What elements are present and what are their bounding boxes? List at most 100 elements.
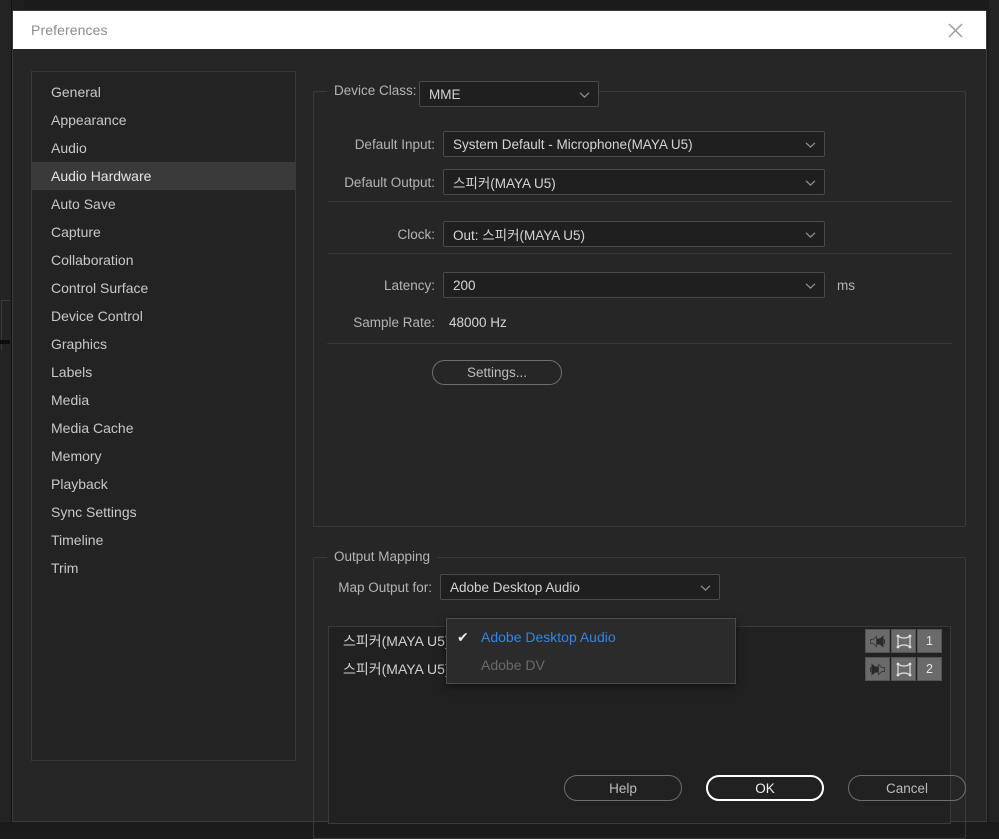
chevron-down-icon: [579, 87, 590, 102]
sidebar-item-label: Capture: [51, 224, 101, 240]
speaker-right-icon[interactable]: [865, 657, 890, 681]
sidebar-item-label: Timeline: [51, 532, 103, 548]
dropdown-option-adobe-dv[interactable]: Adobe DV: [447, 651, 735, 679]
close-icon[interactable]: [932, 11, 978, 49]
map-output-for-row: Map Output for: Adobe Desktop Audio: [328, 574, 748, 600]
sidebar-item-label: Collaboration: [51, 252, 134, 268]
sidebar-item-collaboration[interactable]: Collaboration: [32, 246, 295, 274]
sample-rate-label: Sample Rate:: [313, 315, 435, 330]
sidebar-item-label: Device Control: [51, 308, 143, 324]
sidebar-item-label: Appearance: [51, 112, 127, 128]
latency-select[interactable]: 200: [443, 272, 825, 298]
map-output-for-dropdown-menu[interactable]: ✔ Adobe Desktop Audio Adobe DV: [446, 618, 736, 684]
sidebar-item-memory[interactable]: Memory: [32, 442, 295, 470]
sidebar-item-timeline[interactable]: Timeline: [32, 526, 295, 554]
sidebar-item-device-control[interactable]: Device Control: [32, 302, 295, 330]
sample-rate-value: 48000 Hz: [449, 315, 507, 330]
sidebar-item-label: Memory: [51, 448, 102, 464]
chevron-down-icon: [805, 227, 816, 242]
dropdown-option-label: Adobe Desktop Audio: [481, 629, 616, 645]
default-input-value: System Default - Microphone(MAYA U5): [453, 137, 693, 152]
device-class-label: Device Class:: [327, 83, 424, 98]
device-class-value: MME: [429, 87, 461, 102]
preferences-dialog: Preferences General Appearance Audio Aud…: [12, 10, 987, 822]
separator-3: [327, 343, 952, 344]
sidebar-item-label: Auto Save: [51, 196, 116, 212]
sidebar-item-label: Trim: [51, 560, 78, 576]
sidebar-item-labels[interactable]: Labels: [32, 358, 295, 386]
sidebar-item-label: Audio Hardware: [51, 168, 151, 184]
default-input-select[interactable]: System Default - Microphone(MAYA U5): [443, 131, 825, 157]
map-output-for-value: Adobe Desktop Audio: [450, 580, 580, 595]
sidebar-item-appearance[interactable]: Appearance: [32, 106, 295, 134]
preferences-category-list[interactable]: General Appearance Audio Audio Hardware …: [31, 71, 296, 761]
device-class-select[interactable]: MME: [419, 81, 599, 107]
output-channel-number[interactable]: 1: [917, 629, 942, 653]
channel-map-icon[interactable]: [891, 657, 916, 681]
dialog-title: Preferences: [31, 22, 108, 38]
sidebar-item-capture[interactable]: Capture: [32, 218, 295, 246]
sidebar-item-general[interactable]: General: [32, 78, 295, 106]
device-class-row: MME: [419, 81, 599, 107]
output-mapping-title: Output Mapping: [327, 549, 437, 564]
output-channel-number[interactable]: 2: [917, 657, 942, 681]
sidebar-item-label: General: [51, 84, 101, 100]
audio-hardware-settings-pane: Device Class: MME Default Input: System …: [313, 65, 974, 811]
chevron-down-icon: [700, 580, 711, 595]
sidebar-item-audio-hardware[interactable]: Audio Hardware: [32, 162, 295, 190]
latency-value: 200: [453, 278, 476, 293]
dialog-body: General Appearance Audio Audio Hardware …: [13, 49, 986, 821]
checkmark-icon: ✔: [457, 629, 481, 646]
latency-label: Latency:: [313, 278, 435, 293]
default-input-row: Default Input: System Default - Micropho…: [313, 131, 833, 157]
ok-button[interactable]: OK: [706, 775, 824, 801]
map-output-for-select[interactable]: Adobe Desktop Audio: [440, 574, 720, 600]
dialog-titlebar: Preferences: [13, 11, 986, 49]
output-channel-name: 스피커(MAYA U5) 2: [343, 659, 461, 679]
clock-select[interactable]: Out: 스피커(MAYA U5): [443, 221, 825, 247]
sidebar-item-media-cache[interactable]: Media Cache: [32, 414, 295, 442]
sidebar-item-label: Graphics: [51, 336, 107, 352]
latency-row: Latency: 200 ms: [313, 272, 893, 298]
sidebar-item-label: Media Cache: [51, 420, 134, 436]
sidebar-item-label: Sync Settings: [51, 504, 137, 520]
sidebar-item-label: Playback: [51, 476, 108, 492]
chevron-down-icon: [805, 137, 816, 152]
clock-value: Out: 스피커(MAYA U5): [453, 224, 585, 244]
default-output-value: 스피커(MAYA U5): [453, 172, 556, 192]
sidebar-item-label: Control Surface: [51, 280, 148, 296]
output-channel-controls: 2: [865, 657, 942, 681]
sidebar-item-control-surface[interactable]: Control Surface: [32, 274, 295, 302]
default-output-row: Default Output: 스피커(MAYA U5): [313, 169, 833, 195]
map-output-for-label: Map Output for:: [328, 580, 432, 595]
clock-row: Clock: Out: 스피커(MAYA U5): [313, 221, 833, 247]
sidebar-item-media[interactable]: Media: [32, 386, 295, 414]
sample-rate-row: Sample Rate: 48000 Hz: [313, 309, 733, 335]
sidebar-item-auto-save[interactable]: Auto Save: [32, 190, 295, 218]
sidebar-item-sync-settings[interactable]: Sync Settings: [32, 498, 295, 526]
cancel-button[interactable]: Cancel: [848, 775, 966, 801]
dropdown-option-label: Adobe DV: [481, 657, 545, 673]
background-app-strip-left: [0, 0, 12, 834]
latency-unit-label: ms: [837, 278, 855, 293]
dropdown-option-adobe-desktop-audio[interactable]: ✔ Adobe Desktop Audio: [447, 623, 735, 651]
sidebar-item-playback[interactable]: Playback: [32, 470, 295, 498]
settings-button[interactable]: Settings...: [432, 360, 562, 385]
help-button[interactable]: Help: [564, 775, 682, 801]
default-output-label: Default Output:: [313, 175, 435, 190]
chevron-down-icon: [805, 175, 816, 190]
output-channel-controls: 1: [865, 629, 942, 653]
separator-1: [327, 201, 952, 202]
sidebar-item-graphics[interactable]: Graphics: [32, 330, 295, 358]
dialog-button-bar: Help OK Cancel: [564, 775, 966, 801]
sidebar-item-trim[interactable]: Trim: [32, 554, 295, 582]
channel-map-icon[interactable]: [891, 629, 916, 653]
sidebar-item-audio[interactable]: Audio: [32, 134, 295, 162]
sidebar-item-label: Audio: [51, 140, 87, 156]
default-output-select[interactable]: 스피커(MAYA U5): [443, 169, 825, 195]
chevron-down-icon: [805, 278, 816, 293]
speaker-left-icon[interactable]: [865, 629, 890, 653]
sidebar-item-label: Labels: [51, 364, 92, 380]
separator-2: [327, 253, 952, 254]
background-app-strip-right: [989, 0, 999, 834]
